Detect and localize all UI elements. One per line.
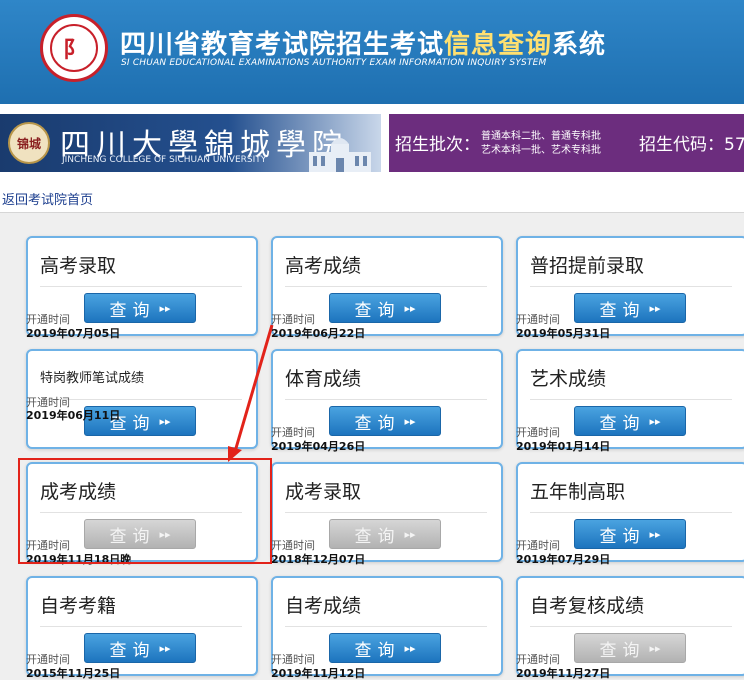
card-title: 自考复核成绩 [530,595,645,617]
card-divider [285,399,487,400]
query-card: 五年制高职 查询 ▸▸ 开通时间 2019年07月29日 [516,462,744,566]
double-arrow-icon: ▸▸ [404,414,416,428]
double-arrow-icon: ▸▸ [404,301,416,315]
query-card: 高考成绩 查询 ▸▸ 开通时间 2019年06月22日 [271,236,503,340]
card-title: 自考成绩 [285,595,362,617]
double-arrow-icon: ▸▸ [649,414,661,428]
query-button[interactable]: 查询 ▸▸ [574,519,686,549]
query-button[interactable]: 查询 ▸▸ [329,519,441,549]
card-title: 艺术成绩 [530,368,607,390]
school-badge-icon: 锦城 [8,122,50,164]
card-divider [285,286,487,287]
double-arrow-icon: ▸▸ [649,527,661,541]
query-button[interactable]: 查询 ▸▸ [329,633,441,663]
query-button[interactable]: 查询 ▸▸ [574,293,686,323]
card-divider [40,286,242,287]
double-arrow-icon: ▸▸ [404,641,416,655]
query-card: 普招提前录取 查询 ▸▸ 开通时间 2019年05月31日 [516,236,744,340]
open-time-date: 2018年12月07日 [271,553,366,566]
open-time-date: 2019年06月11日 [26,409,121,422]
query-button[interactable]: 查询 ▸▸ [84,293,196,323]
query-button[interactable]: 查询 ▸▸ [329,406,441,436]
card-divider [530,512,732,513]
open-time-date: 2019年11月27日 [516,667,611,680]
card-title: 体育成绩 [285,368,362,390]
query-card: 自考考籍 查询 ▸▸ 开通时间 2015年11月25日 [26,576,258,680]
open-time-date: 2019年07月05日 [26,327,121,340]
school-banner: 锦城 四川大學錦城學院 JINCHENG COLLEGE OF SICHUAN … [0,114,744,172]
double-arrow-icon: ▸▸ [404,527,416,541]
open-time-date: 2019年11月12日 [271,667,366,680]
batch-label: 招生批次： [395,135,480,155]
card-divider [285,512,487,513]
school-name-en: JINCHENG COLLEGE OF SICHUAN UNIVERSITY [62,155,267,165]
open-time-date: 2019年07月29日 [516,553,611,566]
double-arrow-icon: ▸▸ [649,301,661,315]
query-card: 成考录取 查询 ▸▸ 开通时间 2018年12月07日 [271,462,503,566]
open-time-date: 2019年01月14日 [516,440,611,453]
site-header: 阝 四川省教育考试院招生考试信息查询系统 SI CHUAN EDUCATIONA… [0,0,744,104]
double-arrow-icon: ▸▸ [159,641,171,655]
card-title: 自考考籍 [40,595,117,617]
card-divider [530,399,732,400]
open-time-date: 2019年05月31日 [516,327,611,340]
card-title: 特岗教师笔试成绩 [40,371,145,386]
card-divider [530,286,732,287]
card-divider [530,626,732,627]
double-arrow-icon: ▸▸ [159,301,171,315]
query-button[interactable]: 查询 ▸▸ [574,633,686,663]
query-button[interactable]: 查询 ▸▸ [84,633,196,663]
query-button[interactable]: 查询 ▸▸ [329,293,441,323]
query-card: 高考录取 查询 ▸▸ 开通时间 2019年07月05日 [26,236,258,340]
admission-code: 招生代码：57 [639,135,744,155]
site-title: 四川省教育考试院招生考试信息查询系统 [120,30,607,60]
site-subtitle: SI CHUAN EDUCATIONAL EXAMINATIONS AUTHOR… [121,58,547,68]
card-title: 五年制高职 [530,481,626,503]
card-divider [40,399,242,400]
query-card: 艺术成绩 查询 ▸▸ 开通时间 2019年01月14日 [516,349,744,453]
card-title: 普招提前录取 [530,255,645,277]
card-title: 高考成绩 [285,255,362,277]
double-arrow-icon: ▸▸ [649,641,661,655]
query-button[interactable]: 查询 ▸▸ [574,406,686,436]
card-title: 高考录取 [40,255,117,277]
open-time-date: 2015年11月25日 [26,667,121,680]
admission-batch-panel: 招生批次： 普通本科二批、普通专科批 艺术本科一批、艺术专科批 招生代码：57 [389,114,744,172]
campus-building-icon [309,138,371,172]
query-card: 自考成绩 查询 ▸▸ 开通时间 2019年11月12日 [271,576,503,680]
open-time-date: 2019年04月26日 [271,440,366,453]
institution-seal-icon: 阝 [40,14,108,82]
back-to-home-link[interactable]: 返回考试院首页 [2,189,93,208]
school-logo-panel: 锦城 四川大學錦城學院 JINCHENG COLLEGE OF SICHUAN … [0,114,381,172]
card-divider [285,626,487,627]
batch-values: 普通本科二批、普通专科批 艺术本科一批、艺术专科批 [481,131,601,156]
card-title: 成考录取 [285,481,362,503]
open-time-date: 2019年06月22日 [271,327,366,340]
query-card: 自考复核成绩 查询 ▸▸ 开通时间 2019年11月27日 [516,576,744,680]
double-arrow-icon: ▸▸ [159,414,171,428]
query-card: 体育成绩 查询 ▸▸ 开通时间 2019年04月26日 [271,349,503,453]
card-divider [40,626,242,627]
query-card: 特岗教师笔试成绩 查询 ▸▸ 开通时间 2019年06月11日 [26,349,258,449]
highlight-box [18,458,272,564]
